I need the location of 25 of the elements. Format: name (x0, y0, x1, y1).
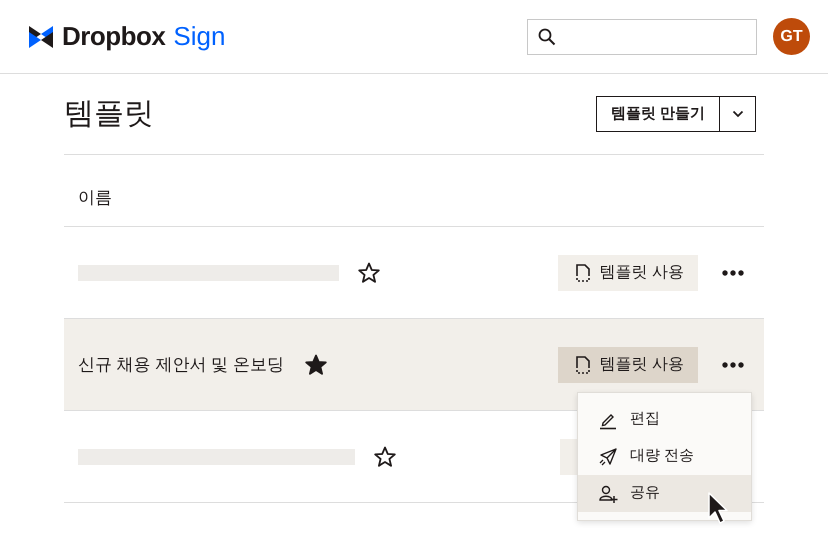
column-header: 이름 (78, 186, 112, 209)
template-name: 신규 채용 제안서 및 온보딩 (78, 354, 284, 376)
menu-item[interactable]: 대량 전송 (578, 438, 751, 475)
more-icon (722, 362, 744, 368)
logo-text: Dropbox (62, 20, 166, 53)
use-template-button[interactable]: 템플릿 사용 (558, 346, 698, 382)
table-row[interactable]: 템플릿 사용 (64, 227, 764, 319)
more-icon (722, 270, 744, 276)
add-user-icon (598, 484, 618, 504)
star-icon[interactable] (373, 444, 397, 468)
search-field[interactable] (527, 18, 757, 54)
logo-text-accent: Sign (173, 20, 226, 53)
avatar[interactable]: GT (773, 18, 810, 55)
star-icon[interactable] (304, 352, 328, 376)
page-title: 템플릿 (64, 96, 154, 132)
menu-item[interactable]: 공유 (578, 475, 751, 512)
document-icon (576, 264, 590, 282)
paper-plane-icon (598, 446, 618, 466)
logo-icon (28, 24, 54, 50)
menu-item[interactable]: 편집 (578, 401, 751, 438)
document-icon (576, 356, 590, 374)
star-icon[interactable] (357, 260, 381, 284)
chevron-down-icon (732, 110, 744, 118)
search-icon (538, 28, 556, 46)
use-template-button[interactable]: 템플릿 사용 (558, 254, 698, 290)
